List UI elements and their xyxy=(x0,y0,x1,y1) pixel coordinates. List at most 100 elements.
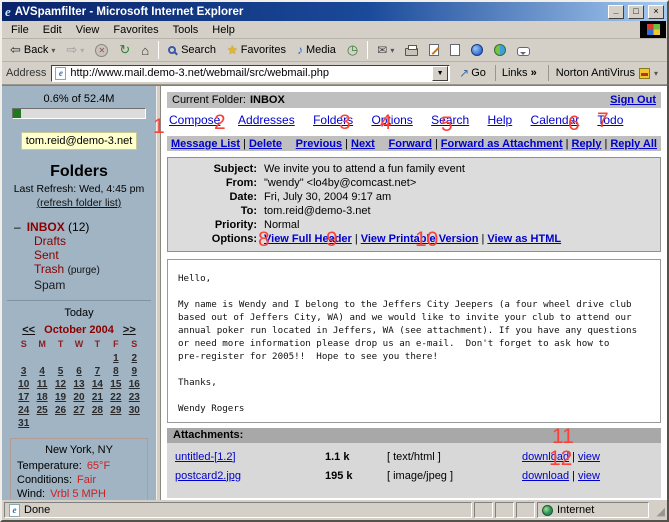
folder-spam[interactable]: Spam xyxy=(34,278,156,292)
refresh-folder-list-link[interactable]: (refresh folder list) xyxy=(37,197,122,209)
go-button[interactable]: ↗ Go xyxy=(455,66,490,80)
menu-help[interactable]: Help xyxy=(205,22,242,38)
reply-link[interactable]: Reply xyxy=(572,138,602,150)
calendar-date-link[interactable]: 15 xyxy=(107,379,125,390)
attachment-name-link[interactable]: postcard2.jpg xyxy=(175,470,241,482)
collapse-dash-icon[interactable]: – xyxy=(14,220,21,234)
calendar-prev-link[interactable]: << xyxy=(22,324,35,336)
calendar-date-link[interactable]: 19 xyxy=(51,392,69,403)
search-button[interactable]: Search xyxy=(163,40,221,60)
address-input[interactable]: e http://www.mail.demo-3.net/webmail/src… xyxy=(51,65,450,82)
view-as-html-link[interactable]: View as HTML xyxy=(487,233,561,245)
calendar-date-link[interactable]: 28 xyxy=(88,405,106,416)
print-button[interactable] xyxy=(400,40,423,60)
calendar-date-link[interactable]: 16 xyxy=(125,379,143,390)
nav-addresses[interactable]: Addresses xyxy=(238,113,295,127)
calendar-date-link[interactable]: 31 xyxy=(15,418,33,429)
forward-button[interactable]: ⇨ ▾ xyxy=(61,40,89,60)
calendar-date-link[interactable]: 18 xyxy=(33,392,51,403)
forward-link[interactable]: Forward xyxy=(389,138,432,150)
calendar-date-link[interactable]: 21 xyxy=(88,392,106,403)
calendar-date-link[interactable]: 1 xyxy=(107,353,125,364)
attachment-view-link[interactable]: view xyxy=(578,470,600,482)
folder-drafts[interactable]: Drafts xyxy=(34,234,156,248)
calendar-date-link[interactable]: 29 xyxy=(107,405,125,416)
nav-options[interactable]: Options xyxy=(371,113,412,127)
calendar-next-link[interactable]: >> xyxy=(123,324,136,336)
menu-view[interactable]: View xyxy=(69,22,107,38)
purge-link[interactable]: (purge) xyxy=(68,265,100,276)
calendar-date-link[interactable]: 23 xyxy=(125,392,143,403)
calendar-date-link[interactable]: 7 xyxy=(88,366,106,377)
previous-link[interactable]: Previous xyxy=(296,138,342,150)
calendar-date-link[interactable]: 4 xyxy=(33,366,51,377)
calendar-date-link[interactable]: 13 xyxy=(70,379,88,390)
resize-grip[interactable]: ◢ xyxy=(651,502,665,518)
calendar-date-link[interactable]: 26 xyxy=(51,405,69,416)
document-button[interactable] xyxy=(445,40,465,60)
close-button[interactable]: × xyxy=(648,5,664,19)
folder-sent[interactable]: Sent xyxy=(34,248,156,262)
back-button[interactable]: ⇦ Back ▾ xyxy=(5,40,60,60)
home-button[interactable]: ⌂ xyxy=(136,40,154,60)
nav-compose[interactable]: Compose xyxy=(169,113,220,127)
next-link[interactable]: Next xyxy=(351,138,375,150)
calendar-date-link[interactable]: 12 xyxy=(51,379,69,390)
calendar-date-link[interactable]: 10 xyxy=(15,379,33,390)
mail-dropdown-icon[interactable]: ▾ xyxy=(390,46,394,55)
menu-edit[interactable]: Edit xyxy=(36,22,69,38)
refresh-button[interactable]: ↻ xyxy=(114,40,135,60)
calendar-date-link[interactable]: 22 xyxy=(107,392,125,403)
nav-help[interactable]: Help xyxy=(488,113,513,127)
reply-all-link[interactable]: Reply All xyxy=(610,138,657,150)
inbox-label[interactable]: INBOX xyxy=(27,220,65,234)
discuss-button[interactable] xyxy=(512,40,535,60)
maximize-button[interactable]: □ xyxy=(628,5,644,19)
attachment-download-link[interactable]: download xyxy=(522,470,569,482)
calendar-date-link[interactable]: 11 xyxy=(33,379,51,390)
links-chevron-icon[interactable]: » xyxy=(531,67,537,79)
calendar-date-link[interactable]: 14 xyxy=(88,379,106,390)
calendar-date-link[interactable]: 20 xyxy=(70,392,88,403)
minimize-button[interactable]: _ xyxy=(608,5,624,19)
calendar-date-link[interactable]: 5 xyxy=(51,366,69,377)
norton-antivirus-toolbar[interactable]: Norton AntiVirus ▾ xyxy=(548,65,663,81)
back-dropdown-icon[interactable]: ▾ xyxy=(51,46,55,55)
calendar-date-link[interactable]: 3 xyxy=(15,366,33,377)
address-dropdown-icon[interactable]: ▼ xyxy=(432,66,448,81)
attachment-view-link[interactable]: view xyxy=(578,451,600,463)
folder-trash[interactable]: Trash (purge) xyxy=(34,262,156,278)
sign-out-link[interactable]: Sign Out xyxy=(610,94,656,106)
history-button[interactable]: ◷ xyxy=(342,40,363,60)
address-url[interactable]: http://www.mail.demo-3.net/webmail/src/w… xyxy=(70,67,428,79)
calendar-date-link[interactable]: 17 xyxy=(15,392,33,403)
forward-dropdown-icon[interactable]: ▾ xyxy=(80,46,84,55)
messenger-button[interactable] xyxy=(489,40,511,60)
menu-tools[interactable]: Tools xyxy=(166,22,206,38)
mail-button[interactable]: ✉ ▾ xyxy=(372,40,399,60)
edit-button[interactable] xyxy=(424,40,444,60)
links-toolbar[interactable]: Links » xyxy=(495,65,543,81)
message-list-link[interactable]: Message List xyxy=(171,138,240,150)
calendar-date-link[interactable]: 6 xyxy=(70,366,88,377)
calendar-date-link[interactable]: 30 xyxy=(125,405,143,416)
view-full-header-link[interactable]: View Full Header xyxy=(264,233,352,245)
folder-inbox[interactable]: – INBOX (12) xyxy=(14,220,156,234)
favorites-button[interactable]: ★ Favorites xyxy=(222,40,291,60)
calendar-date-link[interactable]: 25 xyxy=(33,405,51,416)
annotation-number-10: 10 xyxy=(415,230,438,250)
calendar-date-link[interactable]: 27 xyxy=(70,405,88,416)
stop-button[interactable]: ✕ xyxy=(90,40,113,60)
calendar-date-link[interactable]: 9 xyxy=(125,366,143,377)
media-button[interactable]: ♪ Media xyxy=(292,40,341,60)
menu-favorites[interactable]: Favorites xyxy=(106,22,165,38)
menu-file[interactable]: File xyxy=(4,22,36,38)
calendar-date-link[interactable]: 24 xyxy=(15,405,33,416)
norton-dropdown-icon[interactable]: ▾ xyxy=(654,69,658,78)
calendar-date-link[interactable]: 2 xyxy=(125,353,143,364)
calendar-date-link[interactable]: 8 xyxy=(107,366,125,377)
web-tool-button[interactable] xyxy=(466,40,488,60)
attachment-name-link[interactable]: untitled-[1.2] xyxy=(175,451,236,463)
delete-link[interactable]: Delete xyxy=(249,138,282,150)
forward-as-attachment-link[interactable]: Forward as Attachment xyxy=(441,138,563,150)
